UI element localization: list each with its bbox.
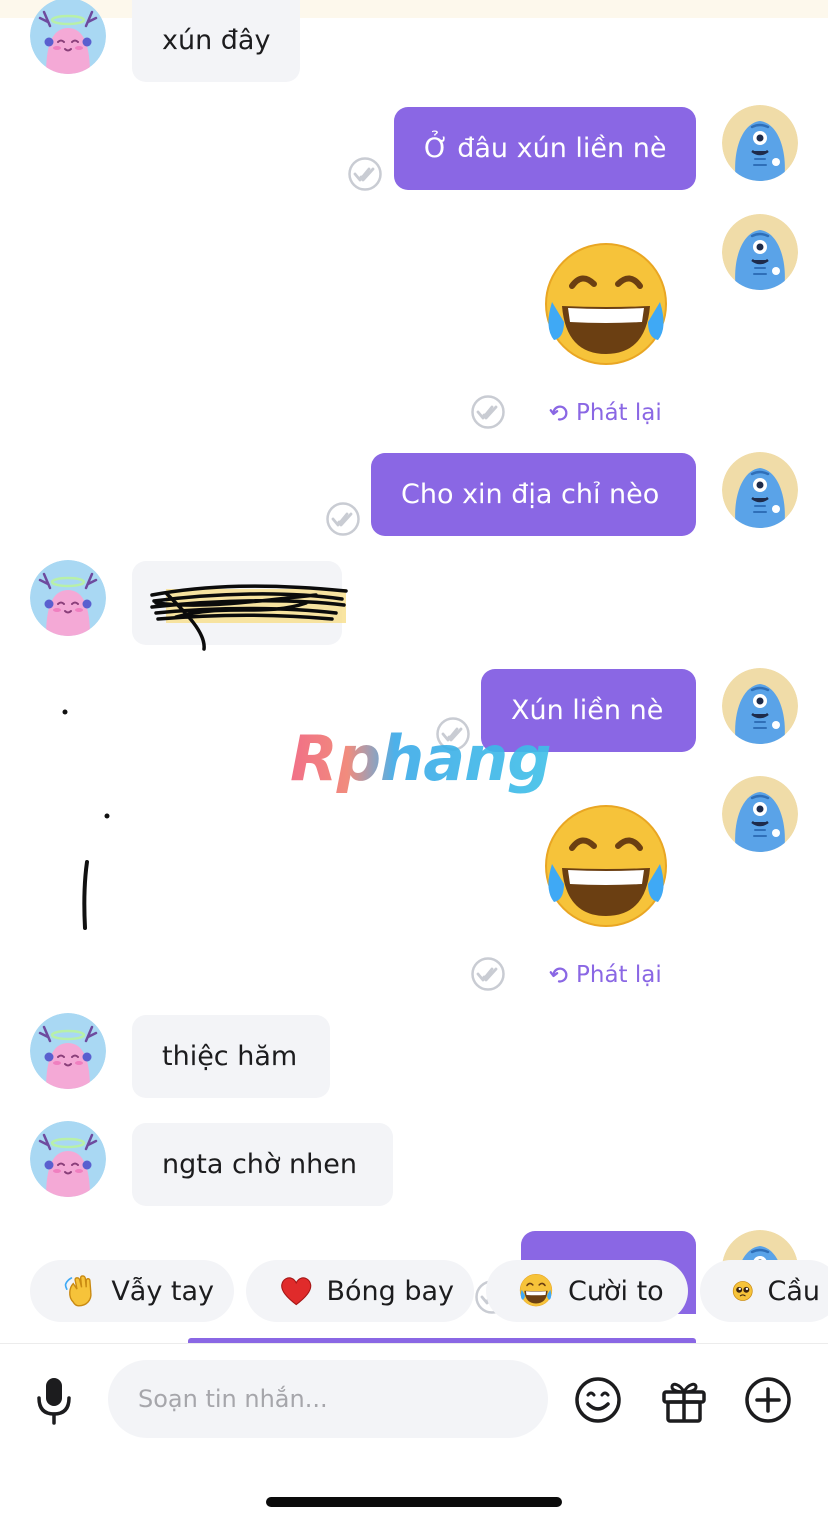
contact-avatar[interactable] <box>30 0 106 74</box>
replay-button[interactable]: Phát lại <box>548 400 662 426</box>
laughing-tears-emoji-icon[interactable] <box>538 804 674 934</box>
chip-label: Cười to <box>568 1275 664 1307</box>
message-bubble-incoming[interactable]: xún đây <box>132 0 301 82</box>
gift-icon[interactable] <box>660 1376 708 1424</box>
my-avatar[interactable] <box>722 105 798 181</box>
chip-label: Cầu <box>767 1275 820 1307</box>
heart-emoji-icon <box>281 1277 312 1306</box>
replay-icon <box>549 405 568 421</box>
smiley-icon[interactable] <box>574 1376 622 1424</box>
chip-heart[interactable]: Bóng bay <box>246 1260 474 1322</box>
redaction-scribble <box>150 584 348 651</box>
message-composer: Soạn tin nhắn... <box>0 1343 828 1523</box>
home-indicator <box>266 1497 562 1507</box>
read-receipt-icon <box>348 157 382 191</box>
message-text: thiệc hăm <box>162 1041 298 1072</box>
message-text: xún đây <box>162 25 271 56</box>
message-bubble-outgoing[interactable]: Cho xin địa chỉ nèo <box>371 453 696 536</box>
read-receipt-icon <box>471 395 505 429</box>
message-bubble-outgoing-partial <box>188 1338 696 1343</box>
message-bubble-incoming[interactable]: ngta chờ nhen <box>132 1123 393 1206</box>
chip-pleading[interactable]: Cầu <box>700 1260 828 1322</box>
contact-avatar[interactable] <box>30 1121 106 1197</box>
laughing-tears-emoji-icon[interactable] <box>538 242 674 372</box>
contact-avatar[interactable] <box>30 1013 106 1089</box>
chip-label: Vẫy tay <box>111 1275 214 1307</box>
message-bubble-incoming-redacted[interactable] <box>132 561 348 651</box>
message-input-placeholder: Soạn tin nhắn... <box>138 1385 328 1413</box>
replay-icon <box>549 967 568 983</box>
message-text: ngta chờ nhen <box>162 1149 357 1180</box>
replay-label: Phát lại <box>576 400 662 426</box>
stray-marks <box>62 709 110 930</box>
message-input[interactable]: Soạn tin nhắn... <box>108 1360 548 1438</box>
chip-label: Bóng bay <box>326 1275 454 1307</box>
read-receipt-icon <box>471 957 505 991</box>
my-avatar[interactable] <box>722 668 798 744</box>
message-bubble-incoming[interactable]: thiệc hăm <box>132 1015 330 1098</box>
message-bubble-outgoing[interactable]: Ở đâu xún liền nè <box>394 107 696 190</box>
replay-button[interactable]: Phát lại <box>548 962 662 988</box>
pleading-face-emoji-icon <box>732 1281 753 1301</box>
message-text: Cho xin địa chỉ nèo <box>401 479 660 510</box>
laughing-tears-emoji-icon <box>519 1273 553 1307</box>
chip-wave[interactable]: Vẫy tay <box>30 1260 234 1322</box>
mic-icon[interactable] <box>34 1376 74 1426</box>
my-avatar[interactable] <box>722 452 798 528</box>
plus-circle-icon[interactable] <box>744 1376 792 1424</box>
my-avatar[interactable] <box>722 776 798 852</box>
my-avatar[interactable] <box>722 214 798 290</box>
watermark-logo: Rphang <box>290 722 552 795</box>
replay-label: Phát lại <box>576 962 662 988</box>
chip-laugh[interactable]: Cười to <box>486 1260 688 1322</box>
waving-hand-emoji-icon <box>64 1275 92 1307</box>
quick-reactions-bar: Vẫy tay Bóng bay Cười to Cầu <box>0 1258 828 1326</box>
message-text: Ở đâu xún liền nè <box>424 133 667 164</box>
read-receipt-icon <box>326 502 360 536</box>
top-banner-edge <box>0 0 828 18</box>
contact-avatar[interactable] <box>30 560 106 636</box>
